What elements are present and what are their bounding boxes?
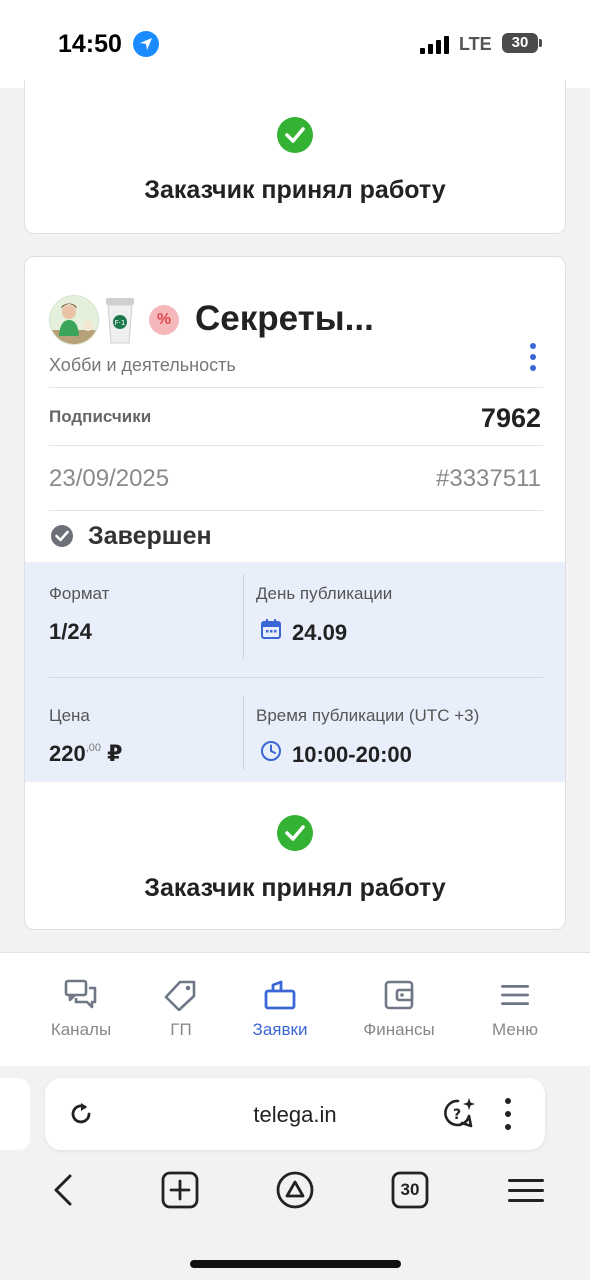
order-status: Завершен [88,522,212,550]
nav-item-requests[interactable]: Заявки [225,979,335,1040]
location-arrow-icon [133,31,159,57]
browser-toolbar: telega.in ? 30 [0,1066,590,1280]
subscribers-label: Подписчики [49,407,152,426]
subscribers-value: 7962 [480,403,541,433]
battery-icon: 30 [502,33,538,53]
channel-title[interactable]: Секреты... [195,299,374,339]
nav-label: ГП [170,1020,192,1039]
home-assistant-icon[interactable] [275,1170,315,1210]
divider [49,510,543,511]
price-currency: ₽ [107,741,123,766]
more-options-icon[interactable] [529,343,537,371]
publish-time-label: Время публикации (UTC +3) [256,706,480,725]
status-bar: 14:50 LTE 30 [0,0,590,88]
discount-badge: % [149,305,179,335]
tabs-count: 30 [400,1180,420,1199]
address-bar[interactable]: telega.in ? [45,1078,545,1150]
price-amount: 220 [49,741,86,766]
svg-text:F·1: F·1 [115,319,126,327]
nav-item-finance[interactable]: Финансы [344,979,454,1040]
channel-avatar[interactable] [49,295,99,345]
price-cents: ,00 [85,742,102,754]
tabs-icon[interactable]: 30 [390,1170,430,1210]
menu-icon [501,985,529,1005]
back-icon[interactable] [44,1170,84,1210]
nav-item-gp[interactable]: ГП [126,979,236,1040]
previous-order-card: Заказчик принял работу [24,80,566,234]
check-circle-icon [277,815,313,851]
nav-item-channels[interactable]: Каналы [26,979,136,1040]
coffee-cup-icon: F·1 [103,294,137,346]
publish-day-label: День публикации [256,584,393,603]
accepted-status-text: Заказчик принял работу [144,874,446,902]
divider [243,696,244,770]
price-label: Цена [49,706,90,725]
divider [49,387,543,388]
accepted-status-text: Заказчик принял работу [144,176,446,204]
network-type: LTE [459,34,492,54]
nav-label: Каналы [50,1020,112,1039]
divider [243,574,244,659]
more-icon[interactable] [505,1098,511,1130]
calendar-icon [260,618,282,640]
nav-item-menu[interactable]: Меню [460,979,570,1040]
order-card: F·1 % Секреты... Хобби и деятельность По… [24,256,566,930]
price-value: 220,00 ₽ [49,741,122,767]
check-circle-icon [51,525,73,547]
check-circle-icon [277,117,313,153]
requests-icon [264,980,296,1010]
format-label: Формат [49,584,110,603]
hamburger-menu-icon[interactable] [506,1170,546,1210]
nav-label: Меню [492,1020,538,1039]
tag-icon [164,980,196,1011]
divider [49,677,543,678]
divider [49,445,543,446]
nav-label: Заявки [252,1020,308,1039]
publish-time-value: 10:00-20:00 [292,742,412,767]
svg-text:?: ? [453,1107,461,1123]
order-details-panel: Формат 1/24 День публикации 24.09 Цена 2… [25,562,565,782]
previous-tab[interactable] [0,1078,30,1150]
bottom-navigation: Каналы ГП Заявки Финансы Меню [0,952,590,1066]
format-value: 1/24 [49,619,92,644]
ai-assistant-icon[interactable]: ? [441,1096,477,1137]
nav-label: Финансы [363,1020,435,1039]
battery-tip [539,39,542,47]
new-tab-icon[interactable] [160,1170,200,1210]
channel-category: Хобби и деятельность [49,355,236,375]
order-date: 23/09/2025 [49,465,170,492]
clock-icon [260,740,282,762]
status-time: 14:50 [58,30,122,58]
chat-icon [64,979,97,1009]
signal-icon [420,36,450,54]
wallet-icon [384,980,414,1010]
home-indicator [190,1260,401,1268]
publish-day-value: 24.09 [292,620,348,645]
order-id: #3337511 [436,465,541,492]
